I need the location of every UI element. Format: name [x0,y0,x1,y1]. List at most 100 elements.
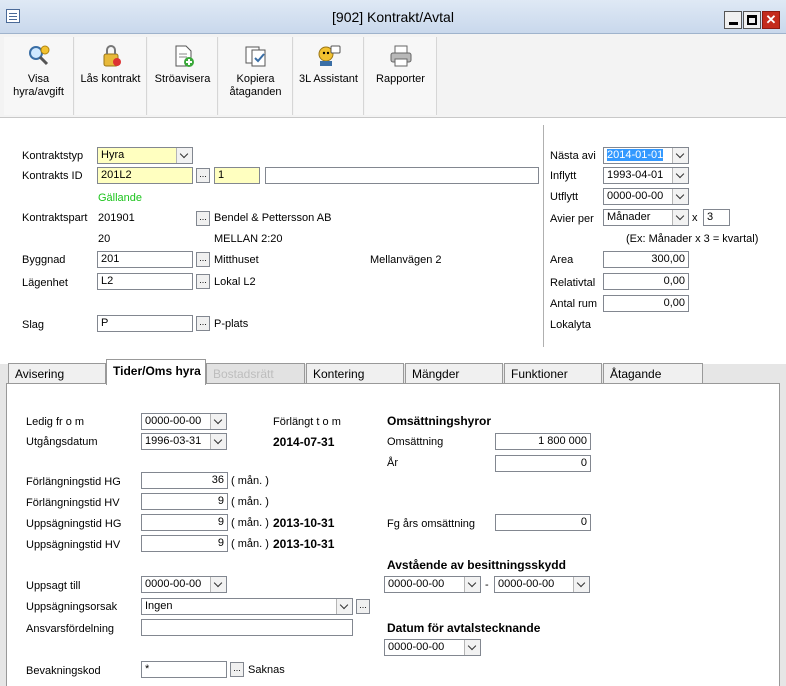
chevron-down-icon[interactable] [464,640,480,655]
chevron-down-icon[interactable] [672,210,688,225]
byggnad-lookup-button[interactable]: ... [196,252,210,267]
oms-heading: Omsättningshyror [387,414,492,428]
chevron-down-icon[interactable] [336,599,352,614]
stroavisera-button[interactable]: Ströavisera [148,37,218,115]
relativtal-input[interactable]: 0,00 [603,273,689,290]
chevron-down-icon[interactable] [672,148,688,163]
kontrakts-id-extra-input[interactable] [265,167,539,184]
kontraktspart-label: Kontraktspart [22,212,88,224]
chevron-down-icon[interactable] [210,434,226,449]
lagenhet-name: Lokal L2 [214,276,256,288]
forl-hg-input[interactable]: 36 [141,472,228,489]
inflytt-label: Inflytt [550,170,577,182]
avstaende-from-date[interactable]: 0000-00-00 [384,576,481,593]
rapporter-button[interactable]: Rapporter [365,37,437,115]
nasta-avi-date[interactable]: 2014-01-01 [603,147,689,164]
fg-input[interactable]: 0 [495,514,591,531]
fg-label: Fg års omsättning [387,518,476,530]
orsak-lookup-button[interactable]: ... [356,599,370,614]
inflytt-date[interactable]: 1993-04-01 [603,167,689,184]
toolbar: Visa hyra/avgift Lås kontrakt Ströaviser… [0,34,786,118]
las-kontrakt-button[interactable]: Lås kontrakt [75,37,147,115]
tab-atagande[interactable]: Åtagande [603,363,703,384]
lagenhet-label: Lägenhet [22,277,68,289]
nasta-avi-label: Nästa avi [550,150,596,162]
avstaende-dash: - [485,579,489,591]
kontraktstyp-select[interactable]: Hyra [97,147,193,164]
tab-mangder[interactable]: Mängder [405,363,503,384]
antal-rum-label: Antal rum [550,298,598,310]
kontrakts-id-suffix-input[interactable]: 1 [214,167,260,184]
slag-input[interactable]: P [97,315,193,332]
close-icon[interactable]: ✕ [762,11,780,29]
status-badge: Gällande [98,192,143,204]
upps-hg-input[interactable]: 9 [141,514,228,531]
minimize-icon[interactable] [724,11,742,29]
byggnad-address: Mellanvägen 2 [370,254,442,266]
ansvar-input[interactable] [141,619,353,636]
ar-input[interactable]: 0 [495,455,591,472]
kopiera-ataganden-button[interactable]: Kopiera åtaganden [219,37,293,115]
bevakning-lookup-button[interactable]: ... [230,662,244,677]
tab-tider-oms-hyra[interactable]: Tider/Oms hyra [106,359,206,385]
chevron-down-icon[interactable] [672,168,688,183]
avstaende-to-date[interactable]: 0000-00-00 [494,576,590,593]
visa-hyra-button[interactable]: Visa hyra/avgift [4,37,74,115]
tab-avisering[interactable]: Avisering [8,363,106,384]
bevakning-text: Saknas [248,664,285,676]
avier-count-input[interactable]: 3 [703,209,730,226]
bevakning-input[interactable]: * [141,661,227,678]
lagenhet-lookup-button[interactable]: ... [196,274,210,289]
slag-lookup-button[interactable]: ... [196,316,210,331]
chevron-down-icon[interactable] [573,577,589,592]
lagenhet-input[interactable]: L2 [97,273,193,290]
chevron-down-icon[interactable] [672,189,688,204]
forl-hv-input[interactable]: 9 [141,493,228,510]
tab-kontering[interactable]: Kontering [306,363,404,384]
area-input[interactable]: 300,00 [603,251,689,268]
kontraktspart-sub-name: MELLAN 2:20 [214,233,283,245]
kontraktspart-lookup-button[interactable]: ... [196,211,210,226]
copy-checklist-icon [245,46,265,67]
forl-hg-label: Förlängningstid HG [26,476,121,488]
kontrakts-id-input[interactable]: 201L2 [97,167,193,184]
forlangt-label: Förlängt t o m [273,416,341,428]
forlangt-value: 2014-07-31 [273,435,335,449]
forl-hv-unit: ( mån. ) [231,496,269,508]
orsak-label: Uppsägningsorsak [26,601,118,613]
bevakning-label: Bevakningskod [26,665,101,677]
area-label: Area [550,254,574,266]
utgang-date[interactable]: 1996-03-31 [141,433,227,450]
tab-funktioner[interactable]: Funktioner [504,363,602,384]
antal-rum-input[interactable]: 0,00 [603,295,689,312]
ledig-label: Ledig fr o m [26,416,85,428]
upps-hg-date: 2013-10-31 [273,516,335,530]
avier-per-select[interactable]: Månader [603,209,689,226]
maximize-icon[interactable] [743,11,761,29]
uppsagt-date[interactable]: 0000-00-00 [141,576,227,593]
omsattning-input[interactable]: 1 800 000 [495,433,591,450]
chevron-down-icon[interactable] [464,577,480,592]
forl-hv-label: Förlängningstid HV [26,497,120,509]
chevron-down-icon[interactable] [210,414,226,429]
kontrakts-id-lookup-button[interactable]: ... [196,168,210,183]
utflytt-label: Utflytt [550,191,579,203]
ar-label: År [387,457,398,469]
lokalyta-label: Lokalyta [550,319,591,331]
lock-icon [103,45,121,67]
orsak-select[interactable]: Ingen [141,598,353,615]
chevron-down-icon[interactable] [210,577,226,592]
byggnad-label: Byggnad [22,254,66,266]
datum-date[interactable]: 0000-00-00 [384,639,481,656]
utflytt-date[interactable]: 0000-00-00 [603,188,689,205]
ledig-date[interactable]: 0000-00-00 [141,413,227,430]
chevron-down-icon[interactable] [176,148,192,163]
avier-per-label: Avier per [550,213,594,225]
upps-hv-input[interactable]: 9 [141,535,228,552]
ansvar-label: Ansvarsfördelning [26,623,115,635]
3l-assistant-button[interactable]: 3L Assistant [294,37,364,115]
byggnad-input[interactable]: 201 [97,251,193,268]
tab-bar: Avisering Bostadsrätt Kontering Mängder … [0,359,786,385]
upps-hg-unit: ( mån. ) [231,517,269,529]
search-coins-icon [28,45,49,66]
